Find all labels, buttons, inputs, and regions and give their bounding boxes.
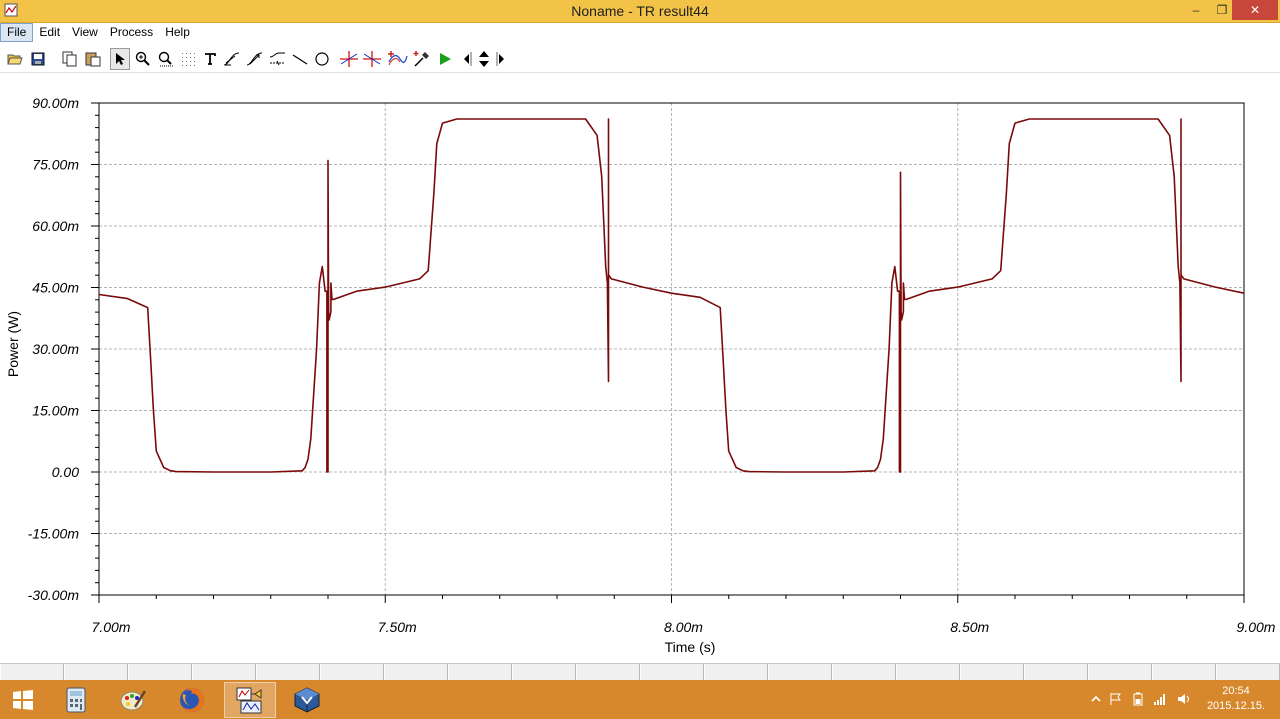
text-icon[interactable]	[200, 48, 220, 70]
page-tab[interactable]	[384, 664, 448, 680]
y-tick-label: 0.00	[52, 464, 79, 480]
page-tab[interactable]	[320, 664, 384, 680]
clock-time: 20:54	[1222, 685, 1250, 697]
y-tick-label: 75.00m	[32, 157, 79, 173]
page-tab[interactable]	[448, 664, 512, 680]
run-icon[interactable]	[435, 48, 455, 70]
x-tick-label: 7.50m	[378, 619, 417, 635]
close-button[interactable]: ✕	[1232, 0, 1278, 20]
move-up-down-icon[interactable]	[475, 48, 493, 70]
page-tab[interactable]	[0, 664, 64, 680]
page-tab[interactable]	[1152, 664, 1216, 680]
power-chart[interactable]: 90.00m 75.00m 60.00m 45.00m 30.00m 15.00m 0.00…	[0, 73, 1280, 663]
volume-icon[interactable]	[1177, 692, 1191, 706]
page-tab[interactable]	[768, 664, 832, 680]
x-axis-label: Time (s)	[665, 639, 716, 655]
zoom-100-icon[interactable]	[156, 48, 176, 70]
title-bar: Noname - TR result44 – ❐ ✕	[0, 0, 1280, 23]
circle-icon[interactable]	[312, 48, 332, 70]
y-axis-label: Power (W)	[5, 311, 21, 377]
paste-icon[interactable]	[83, 48, 103, 70]
system-tray	[1085, 680, 1195, 719]
menu-file[interactable]: File	[0, 23, 34, 42]
y-tick-label: 90.00m	[32, 95, 79, 111]
chart-area[interactable]: 90.00m 75.00m 60.00m 45.00m 30.00m 15.00m 0.00…	[0, 73, 1280, 663]
cursor-a-icon[interactable]	[339, 48, 359, 70]
page-tab[interactable]	[64, 664, 128, 680]
page-tab[interactable]	[832, 664, 896, 680]
x-tick-label: 8.50m	[950, 619, 989, 635]
x-tick-label: 8.00m	[664, 619, 703, 635]
zoom-in-icon[interactable]	[133, 48, 153, 70]
battery-icon[interactable]	[1131, 692, 1145, 706]
page-tab[interactable]	[704, 664, 768, 680]
toolbar	[0, 46, 1280, 73]
page-tab[interactable]	[640, 664, 704, 680]
y-tick-label: -30.00m	[28, 587, 80, 603]
taskbar: 20:54 2015.12.15.	[0, 680, 1280, 719]
calculator-icon[interactable]	[50, 682, 102, 718]
page-tab-strip	[0, 663, 1280, 681]
y-tick-label: 15.00m	[32, 403, 79, 419]
menu-view[interactable]: View	[66, 24, 104, 41]
page-tab[interactable]	[896, 664, 960, 680]
tina-icon[interactable]	[224, 682, 276, 718]
add-curve-icon[interactable]	[388, 48, 408, 70]
copy-icon[interactable]	[60, 48, 80, 70]
minimize-button[interactable]: –	[1180, 0, 1212, 20]
y-tick-label: -15.00m	[28, 526, 80, 542]
page-tab[interactable]	[128, 664, 192, 680]
firefox-icon[interactable]	[166, 682, 218, 718]
menu-edit[interactable]: Edit	[33, 24, 66, 41]
curve-tool-icon[interactable]	[222, 48, 242, 70]
move-right-icon[interactable]	[494, 48, 508, 70]
page-tab[interactable]	[960, 664, 1024, 680]
window-title: Noname - TR result44	[571, 3, 709, 19]
flag-icon[interactable]	[1109, 692, 1123, 706]
x-tick-label: 9.00m	[1237, 619, 1276, 635]
grid-icon[interactable]	[178, 48, 198, 70]
probe-icon[interactable]	[412, 48, 432, 70]
menu-help[interactable]: Help	[159, 24, 196, 41]
restore-button[interactable]: ❐	[1212, 0, 1232, 20]
pointer-icon[interactable]	[110, 48, 130, 70]
menu-process[interactable]: Process	[104, 24, 159, 41]
page-tab[interactable]	[192, 664, 256, 680]
move-left-icon[interactable]	[460, 48, 474, 70]
tray-up-arrow-icon[interactable]	[1089, 692, 1103, 706]
windows-start-icon[interactable]	[0, 682, 46, 718]
page-tab[interactable]	[1216, 664, 1280, 680]
save-icon[interactable]	[28, 48, 48, 70]
paint-icon[interactable]	[107, 682, 159, 718]
virtualbox-icon[interactable]	[281, 682, 333, 718]
page-tab[interactable]	[512, 664, 576, 680]
open-icon[interactable]	[5, 48, 25, 70]
clock[interactable]: 20:54 2015.12.15.	[1198, 684, 1274, 714]
page-tab[interactable]	[256, 664, 320, 680]
y-tick-label: 60.00m	[32, 218, 79, 234]
curve-tool-2-icon[interactable]	[245, 48, 265, 70]
line-icon[interactable]	[290, 48, 310, 70]
clock-date: 2015.12.15.	[1206, 700, 1266, 712]
signal-icon[interactable]	[1153, 692, 1167, 706]
menu-bar: File Edit View Process Help	[0, 23, 1280, 42]
cursor-b-icon[interactable]	[362, 48, 382, 70]
page-tab[interactable]	[1088, 664, 1152, 680]
page-tab[interactable]	[1024, 664, 1088, 680]
y-tick-label: 45.00m	[32, 280, 79, 296]
x-tick-label: 7.00m	[92, 619, 131, 635]
y-tick-label: 30.00m	[32, 341, 79, 357]
page-tab[interactable]	[576, 664, 640, 680]
line-style-icon[interactable]	[268, 48, 288, 70]
